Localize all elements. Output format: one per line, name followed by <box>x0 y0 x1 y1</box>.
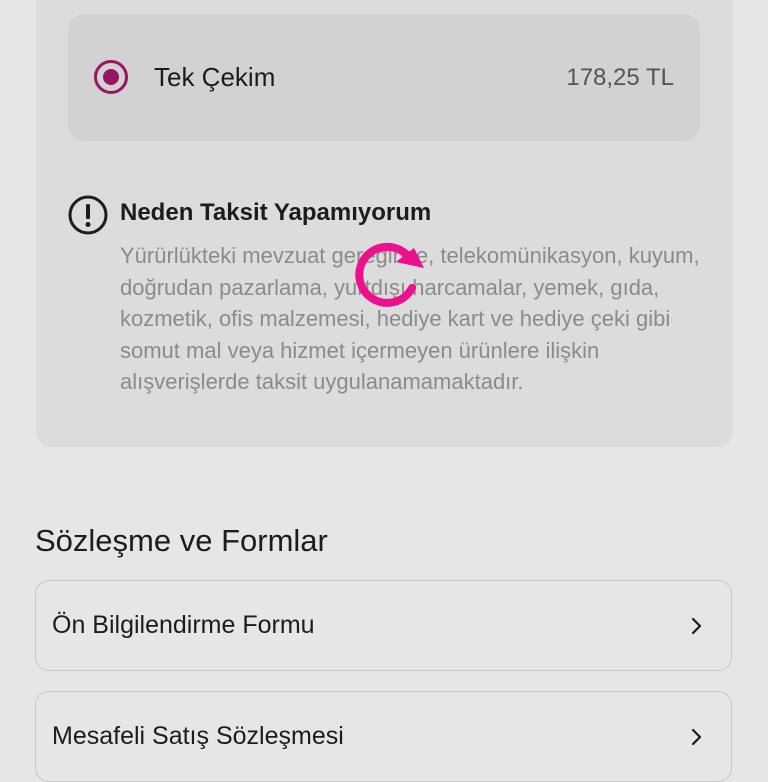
distance-sales-agreement-row[interactable]: Mesafeli Satış Sözleşmesi <box>35 691 732 782</box>
chevron-right-icon <box>691 728 702 746</box>
single-payment-label: Tek Çekim <box>154 62 276 92</box>
refresh-spinner-icon <box>355 242 424 307</box>
row-label: Ön Bilgilendirme Formu <box>52 611 315 639</box>
installment-info-title: Neden Taksit Yapamıyorum <box>120 199 432 226</box>
single-payment-price: 178,25 TL <box>566 64 674 91</box>
agreements-section-title: Sözleşme ve Formlar <box>35 523 328 558</box>
single-payment-radio[interactable] <box>94 60 128 94</box>
chevron-right-icon <box>691 617 702 635</box>
exclamation-circle-icon <box>68 195 108 235</box>
row-label: Mesafeli Satış Sözleşmesi <box>52 722 344 750</box>
preliminary-info-form-row[interactable]: Ön Bilgilendirme Formu <box>35 580 732 671</box>
